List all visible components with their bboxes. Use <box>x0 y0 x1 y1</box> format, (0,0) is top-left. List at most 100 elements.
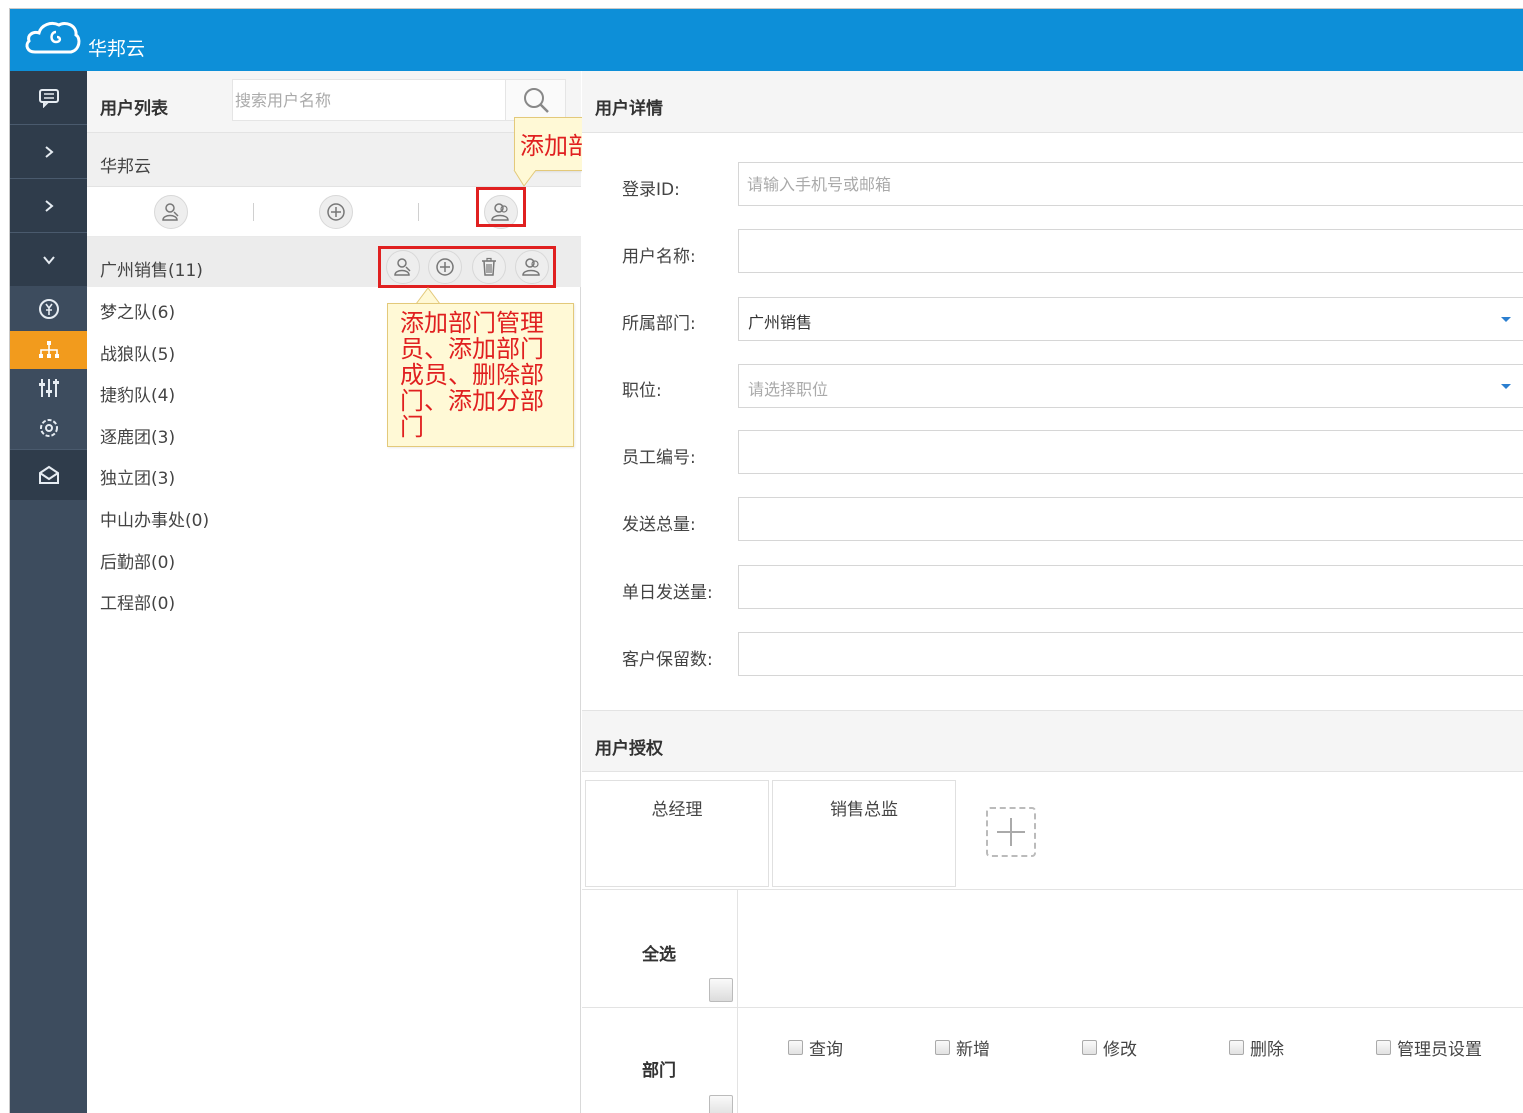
login-id-field[interactable] <box>738 162 1523 206</box>
mail-icon <box>38 465 59 484</box>
daily-send-field[interactable] <box>738 565 1523 609</box>
department-item[interactable]: 后勤部(0) <box>100 548 175 573</box>
department-item[interactable]: 捷豹队(4) <box>100 381 175 406</box>
rail-item-messages[interactable] <box>10 71 87 124</box>
callout-pointer <box>513 170 537 187</box>
plus-icon <box>997 818 1025 846</box>
department-permission-block: 部门 <box>582 1007 1523 1113</box>
position-select[interactable]: 请选择职位 <box>738 364 1523 408</box>
employee-no-label: 员工编号: <box>622 448 696 468</box>
side-nav-rail <box>10 71 87 1113</box>
cloud-logo-icon <box>25 21 81 54</box>
position-label: 职位: <box>622 381 662 401</box>
settings-icon <box>39 419 58 437</box>
checkbox-box <box>935 1040 950 1055</box>
select-all-block: 全选 <box>582 889 1523 1007</box>
employee-no-field[interactable] <box>738 430 1523 474</box>
callout-pointer <box>415 287 441 305</box>
add-role-button[interactable] <box>986 807 1036 857</box>
user-detail-header: 用户详情 <box>582 71 1523 133</box>
department-item[interactable]: 广州销售(11) <box>100 256 203 281</box>
position-select-placeholder: 请选择职位 <box>748 380 829 399</box>
search-box <box>232 79 566 121</box>
select-all-checkbox[interactable] <box>709 978 733 1002</box>
rail-item-billing[interactable] <box>10 287 87 331</box>
department-item[interactable]: 中山办事处(0) <box>100 506 209 531</box>
rail-item-expand-1[interactable] <box>10 125 87 178</box>
caret-down-icon <box>1501 384 1511 389</box>
org-root-name: 华邦云 <box>100 157 151 177</box>
add-admin-button[interactable] <box>154 195 188 229</box>
user-name-field[interactable] <box>738 229 1523 273</box>
department-select-all-checkbox[interactable] <box>709 1095 733 1113</box>
permission-label: 新增 <box>956 1040 990 1060</box>
department-item[interactable]: 工程部(0) <box>100 589 175 614</box>
permission-delete-checkbox[interactable]: 删除 <box>1229 1035 1284 1060</box>
row-add-member-button[interactable] <box>428 250 462 284</box>
rail-item-expand-2[interactable] <box>10 179 87 232</box>
rail-item-settings[interactable] <box>10 407 87 449</box>
search-input[interactable] <box>233 80 505 120</box>
department-label: 所属部门: <box>622 314 696 334</box>
highlight-add-department <box>476 187 526 227</box>
rail-item-adjust[interactable] <box>10 369 87 407</box>
rail-item-collapse[interactable] <box>10 233 87 286</box>
user-detail-title: 用户详情 <box>595 99 663 119</box>
role-name: 总经理 <box>651 800 703 820</box>
department-item[interactable]: 逐鹿团(3) <box>100 423 175 448</box>
send-total-label: 发送总量: <box>622 515 696 535</box>
user-list-header: 用户列表 <box>87 71 581 133</box>
manager-icon <box>394 258 411 276</box>
permission-admin-checkbox[interactable]: 管理员设置 <box>1376 1035 1482 1060</box>
brand-name: 华邦云 <box>88 38 146 60</box>
row-delete-department-button[interactable] <box>472 250 506 284</box>
add-member-button[interactable] <box>319 195 353 229</box>
permission-edit-checkbox[interactable]: 修改 <box>1082 1035 1137 1060</box>
checkbox-box <box>1229 1040 1244 1055</box>
login-id-label: 登录ID: <box>622 180 680 200</box>
row-add-admin-button[interactable] <box>386 250 420 284</box>
department-item[interactable]: 独立团(3) <box>100 464 175 489</box>
user-list-panel: 用户列表 华邦云 广州销售(1 <box>87 71 581 1113</box>
app-window: 华邦云 用户列表 搜索用户名称 华邦云 广州销售(11) 梦之队(6) 战狼队(… <box>9 8 1523 1113</box>
permission-label: 修改 <box>1103 1040 1137 1060</box>
chat-icon <box>38 88 59 108</box>
role-card[interactable]: 总经理 <box>585 780 769 887</box>
department-item[interactable]: 战狼队(5) <box>100 340 175 365</box>
customer-retain-label: 客户保留数: <box>622 650 713 670</box>
manager-icon <box>162 203 179 221</box>
send-total-field[interactable] <box>738 497 1523 541</box>
caret-down-icon <box>1501 317 1511 322</box>
org-chart-icon <box>38 341 59 358</box>
checkbox-box <box>1376 1040 1391 1055</box>
rail-item-mail[interactable] <box>10 450 87 500</box>
department-select-value: 广州销售 <box>748 313 813 332</box>
row-add-sub-department-button[interactable] <box>515 250 549 284</box>
permission-label: 管理员设置 <box>1397 1040 1482 1060</box>
search-button[interactable] <box>505 80 565 120</box>
callout-row-actions: 添加部门管理员、添加部门成员、删除部门、添加分部门 <box>387 303 574 447</box>
top-bar: 华邦云 <box>10 9 1523 71</box>
checkbox-box <box>788 1040 803 1055</box>
currency-icon <box>38 299 59 319</box>
permission-query-checkbox[interactable]: 查询 <box>788 1035 843 1060</box>
rail-item-organization[interactable] <box>10 331 87 369</box>
user-auth-title: 用户授权 <box>595 739 663 759</box>
role-name: 销售总监 <box>830 800 898 820</box>
department-select[interactable]: 广州销售 <box>738 297 1523 341</box>
role-card[interactable]: 销售总监 <box>772 780 956 887</box>
permission-label: 删除 <box>1250 1040 1284 1060</box>
user-name-label: 用户名称: <box>622 247 696 267</box>
customer-retain-field[interactable] <box>738 632 1523 676</box>
chevron-right-icon <box>44 199 54 212</box>
permission-add-checkbox[interactable]: 新增 <box>935 1035 990 1060</box>
search-icon <box>523 88 549 113</box>
daily-send-label: 单日发送量: <box>622 583 713 603</box>
add-department-icon <box>522 258 540 276</box>
user-list-title: 用户列表 <box>100 99 168 119</box>
org-root-row[interactable]: 华邦云 <box>87 133 581 187</box>
trash-icon <box>482 257 496 276</box>
chevron-right-icon <box>44 145 54 158</box>
org-toolbar <box>87 187 581 237</box>
department-item[interactable]: 梦之队(6) <box>100 298 175 323</box>
